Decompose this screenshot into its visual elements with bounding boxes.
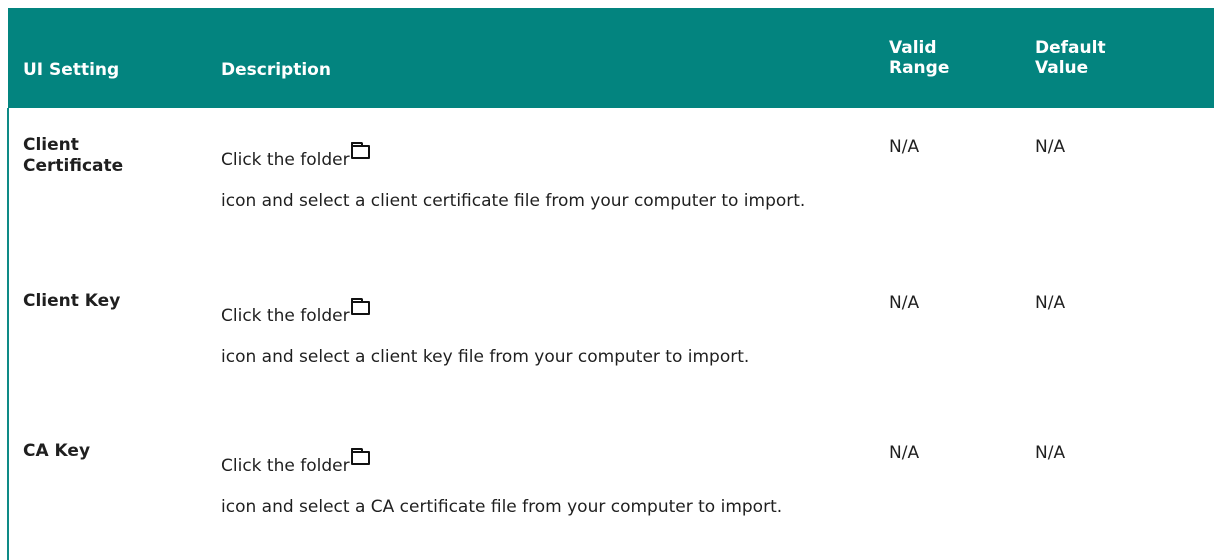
table-left-border [7,108,9,560]
setting-name: Client Key [23,291,121,311]
header-ui-setting: UI Setting [23,60,120,80]
valid-range-value: N/A [889,293,920,313]
description-first-line: Click the folder [221,142,370,171]
setting-name: CA Key [23,441,91,461]
header-description: Description [221,60,331,80]
folder-icon [350,298,370,315]
table-header: UI Setting Description Valid Range Defau… [8,8,1214,108]
valid-range-value: N/A [889,137,920,157]
description-first-line: Click the folder [221,448,370,477]
folder-icon [350,142,370,159]
description-text: icon and select a CA certificate file fr… [221,497,783,517]
description-text: icon and select a client certificate fil… [221,191,806,211]
description-prefix: Click the folder [221,456,350,476]
description-text: icon and select a client key file from y… [221,347,750,367]
folder-icon [350,448,370,465]
description-prefix: Click the folder [221,150,350,170]
valid-range-value: N/A [889,443,920,463]
description-first-line: Click the folder [221,298,370,327]
header-default-value: Default Value [1035,38,1106,78]
header-valid-range: Valid Range [889,38,950,78]
default-value: N/A [1035,293,1066,313]
default-value: N/A [1035,443,1066,463]
description-prefix: Click the folder [221,306,350,326]
default-value: N/A [1035,137,1066,157]
settings-table: UI Setting Description Valid Range Defau… [0,0,1214,560]
setting-name: Client Certificate [23,135,124,176]
